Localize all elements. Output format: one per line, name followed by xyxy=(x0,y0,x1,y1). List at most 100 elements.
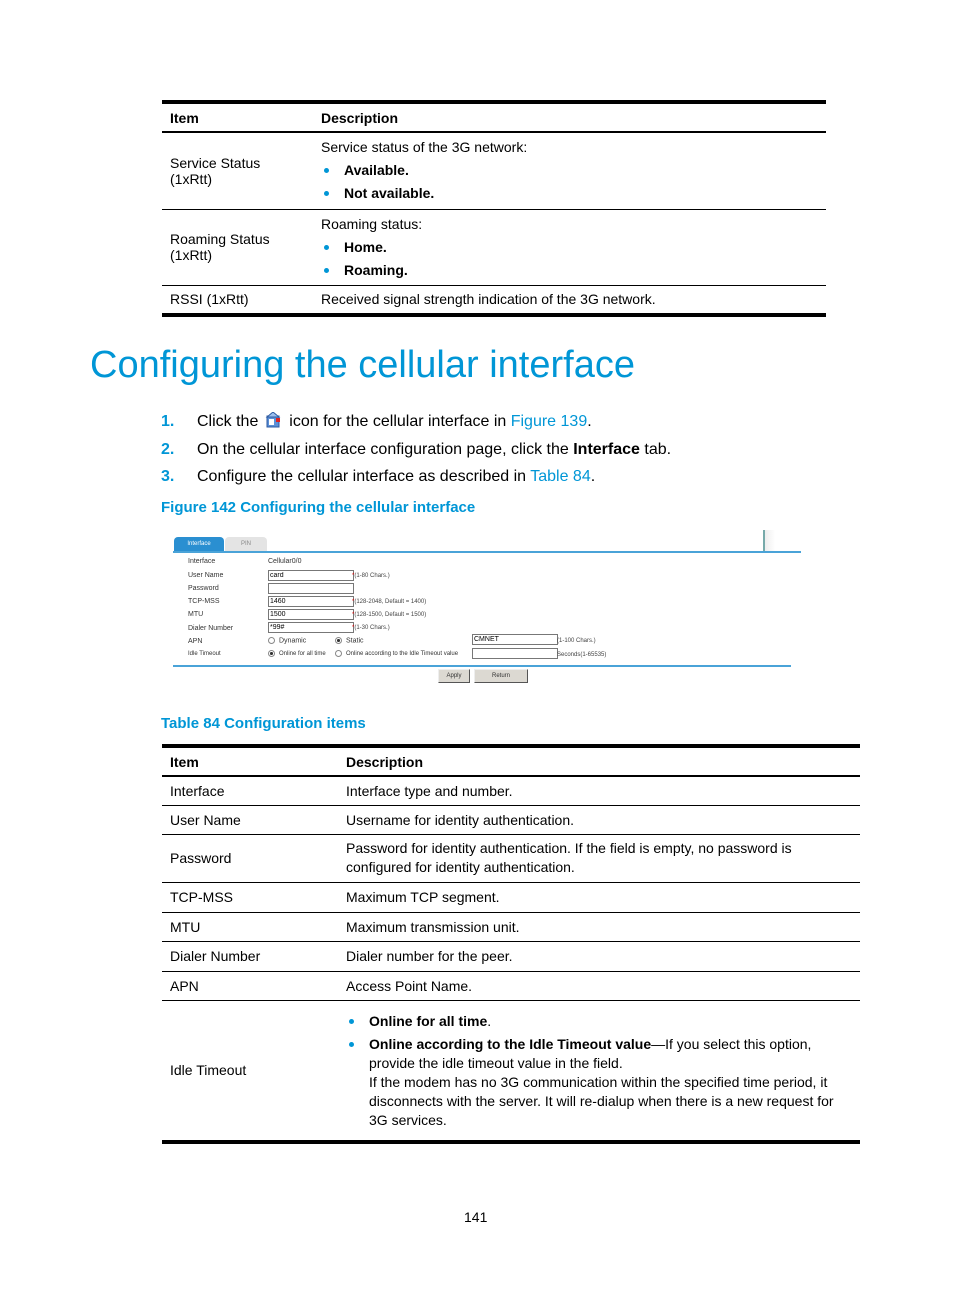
table-header-row: Item Description xyxy=(162,746,860,776)
table-row: MTU Maximum transmission unit. xyxy=(162,912,860,941)
form-bottom-line xyxy=(173,665,791,667)
description-cell: Interface type and number. xyxy=(346,782,513,799)
interface-value: Cellular0/0 xyxy=(268,558,302,565)
item-cell: Interface xyxy=(170,782,225,799)
header-item: Item xyxy=(170,753,199,770)
apn-static-radio[interactable]: Static xyxy=(335,637,364,644)
item-cell: RSSI (1xRtt) xyxy=(170,291,249,308)
online-all-time-radio[interactable]: Online for all time xyxy=(268,650,326,657)
apn-dynamic-radio[interactable]: Dynamic xyxy=(268,637,306,644)
cellular-config-figure: Interface PIN Interface Cellular0/0 User… xyxy=(165,528,805,683)
dialer-number-hint: *(1-30 Chars.) xyxy=(352,625,390,631)
table-row: TCP-MSS Maximum TCP segment. xyxy=(162,882,860,912)
radio-selected-icon xyxy=(335,637,342,644)
config-table: Item Description Interface Interface typ… xyxy=(162,744,860,1144)
step-text: Configure the cellular interface as desc… xyxy=(197,468,527,485)
step-number: 3. xyxy=(161,468,175,485)
field-label-password: Password xyxy=(188,585,219,592)
steps-list: 1. Click the icon for the cellular inter… xyxy=(161,410,671,493)
field-label-idle-timeout: Idle Timeout xyxy=(188,651,221,657)
apn-input[interactable] xyxy=(472,634,558,645)
field-label-interface: Interface xyxy=(188,558,216,565)
table-row: Interface Interface type and number. xyxy=(162,776,860,805)
description-lead: Service status of the 3G network: xyxy=(321,139,528,156)
radio-label: Static xyxy=(346,637,364,645)
field-label-user-name: User Name xyxy=(188,572,224,579)
table-row: Dialer Number Dialer number for the peer… xyxy=(162,941,860,971)
step-number: 2. xyxy=(161,440,175,458)
description-cell: Username for identity authentication. xyxy=(346,811,575,828)
figure-caption: Figure 142 Configuring the cellular inte… xyxy=(161,499,476,516)
step-text: tab. xyxy=(644,440,672,458)
page-number: 141 xyxy=(464,1209,488,1225)
user-name-hint: *(1-80 Chars.) xyxy=(352,573,390,579)
item-cell: Roaming Status (1xRtt) xyxy=(170,231,270,263)
hint-text: (1-30 Chars.) xyxy=(354,625,390,631)
bullet-extra-text: If the modem has no 3G communication wit… xyxy=(369,1074,834,1129)
bullet-text: . xyxy=(487,1013,492,1030)
tab-pin[interactable]: PIN xyxy=(225,537,267,551)
return-button[interactable]: Return xyxy=(474,669,528,683)
bullet-item: Roaming. xyxy=(321,259,818,282)
step-text: On the cellular interface configuration … xyxy=(197,440,569,458)
table-row: User Name Username for identity authenti… xyxy=(162,805,860,834)
user-name-input[interactable] xyxy=(268,570,354,581)
item-cell: APN xyxy=(170,977,199,994)
dialer-number-input[interactable] xyxy=(268,622,354,633)
description-cell: Online for all time. Online according to… xyxy=(338,1000,860,1142)
tab-interface[interactable]: Interface xyxy=(174,537,224,551)
step-item: 1. Click the icon for the cellular inter… xyxy=(161,410,671,438)
item-cell: Password xyxy=(170,850,232,866)
radio-selected-icon xyxy=(268,650,275,657)
description-cell: Maximum transmission unit. xyxy=(346,918,520,935)
item-cell: Dialer Number xyxy=(170,948,261,964)
table-row: RSSI (1xRtt) Received signal strength in… xyxy=(162,285,826,315)
online-idle-timeout-radio[interactable]: Online according to the Idle Timeout val… xyxy=(335,650,458,657)
tcp-mss-input[interactable] xyxy=(268,596,354,607)
bullet-item: Home. xyxy=(321,236,818,259)
header-description: Description xyxy=(321,109,399,126)
item-cell: TCP-MSS xyxy=(170,889,233,905)
figure-139-link[interactable]: Figure 139 xyxy=(511,413,588,430)
step-text: Click the xyxy=(197,413,259,430)
item-cell: MTU xyxy=(170,918,201,935)
bullet-item: Online for all time. xyxy=(346,1010,854,1033)
mtu-input[interactable] xyxy=(268,609,354,620)
hint-text: (128-2048, Default = 1400) xyxy=(354,599,427,605)
radio-icon xyxy=(335,650,342,657)
field-label-tcp-mss: TCP-MSS xyxy=(188,598,220,605)
password-input[interactable] xyxy=(268,583,354,594)
mtu-hint: *(128-1500, Default = 1500) xyxy=(352,612,426,618)
step-item: 2. On the cellular interface configurati… xyxy=(161,438,671,466)
item-cell: Idle Timeout xyxy=(170,1062,247,1079)
bullet-item: Online according to the Idle Timeout val… xyxy=(346,1033,854,1130)
idle-timeout-input[interactable] xyxy=(472,648,558,659)
header-description: Description xyxy=(346,753,424,770)
radio-label: Online according to the Idle Timeout val… xyxy=(346,651,459,658)
table-row: Idle Timeout Online for all time. Online… xyxy=(162,1000,860,1142)
punctuation: . xyxy=(590,468,596,485)
table-84-link[interactable]: Table 84 xyxy=(530,468,591,485)
step-item: 3. Configure the cellular interface as d… xyxy=(161,465,671,493)
table-row: Service Status (1xRtt) Service status of… xyxy=(162,132,826,209)
description-cell: Access Point Name. xyxy=(346,977,473,994)
table-header-row: Item Description xyxy=(162,102,826,132)
apply-button[interactable]: Apply xyxy=(438,669,470,683)
field-label-mtu: MTU xyxy=(188,611,204,618)
step-number: 1. xyxy=(161,413,175,430)
field-label-apn: APN xyxy=(188,638,203,645)
header-item: Item xyxy=(170,109,199,126)
description-cell: Dialer number for the peer. xyxy=(346,948,513,964)
config-icon xyxy=(265,411,283,428)
status-table: Item Description Service Status (1xRtt) … xyxy=(162,100,826,317)
bullet-bold: Online for all time xyxy=(369,1013,488,1030)
tab-bar-line xyxy=(173,551,801,553)
description-cell: Password for identity authentication. If… xyxy=(346,840,792,875)
apn-hint: (1-100 Chars.) xyxy=(557,638,596,644)
table-row: Roaming Status (1xRtt) Roaming status: H… xyxy=(162,209,826,285)
description-cell: Maximum TCP segment. xyxy=(346,889,500,905)
bullet-item: Not available. xyxy=(321,182,818,205)
scrollbar[interactable] xyxy=(763,530,775,551)
tcp-mss-hint: *(128-2048, Default = 1400) xyxy=(352,599,426,605)
description-cell: Service status of the 3G network: Availa… xyxy=(313,132,826,209)
